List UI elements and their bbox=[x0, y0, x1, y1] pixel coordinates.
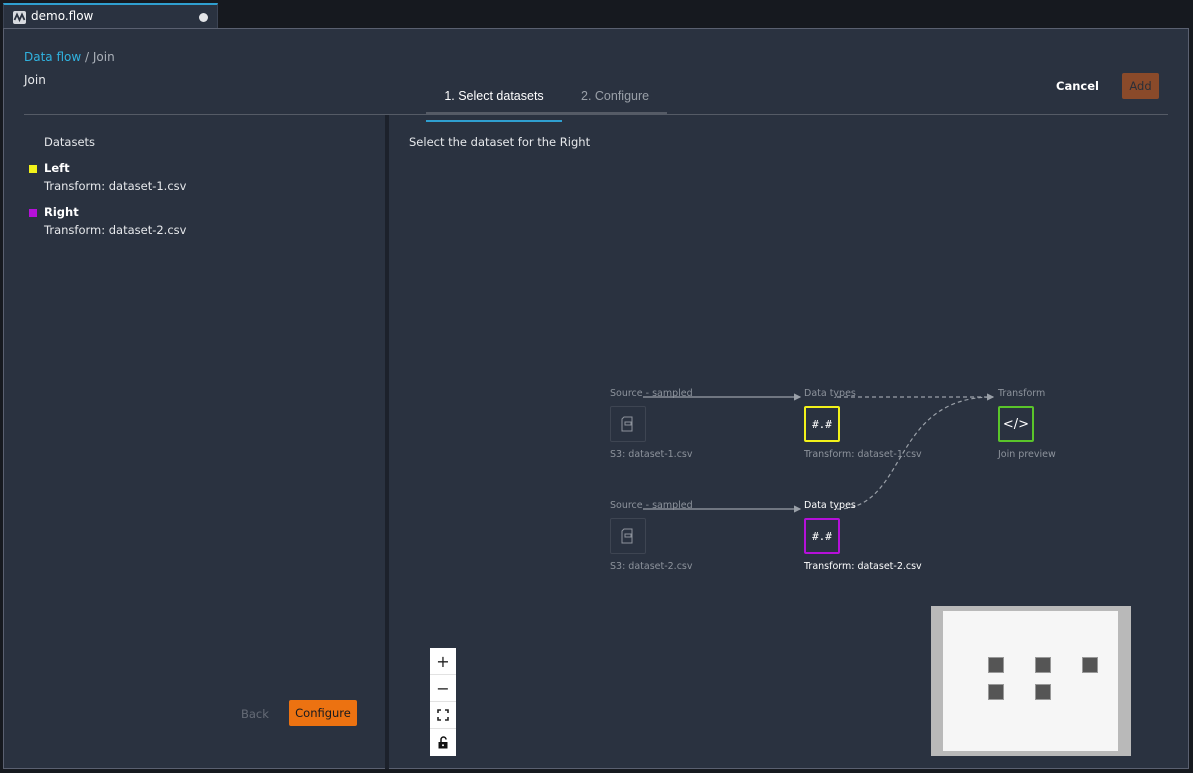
node-source-1[interactable] bbox=[610, 406, 646, 442]
node-src2-caption: S3: dataset-2.csv bbox=[610, 561, 693, 572]
breadcrumb: Data flow / Join bbox=[24, 50, 115, 64]
add-button[interactable]: Add bbox=[1122, 73, 1159, 99]
left-color-swatch bbox=[29, 165, 37, 173]
node-src2-title: Source - sampled bbox=[610, 500, 693, 511]
zoom-in-button[interactable]: + bbox=[430, 648, 456, 675]
cancel-button[interactable]: Cancel bbox=[1056, 79, 1099, 93]
file-icon bbox=[621, 528, 633, 544]
file-icon bbox=[621, 416, 633, 432]
back-button[interactable]: Back bbox=[241, 707, 269, 721]
node-tf-title: Transform bbox=[998, 388, 1046, 399]
datasets-heading: Datasets bbox=[44, 135, 96, 149]
page-title: Join bbox=[24, 73, 46, 87]
fit-view-button[interactable] bbox=[430, 702, 456, 729]
tab-demo-flow[interactable]: demo.flow bbox=[3, 3, 218, 29]
dataset-left-value: Transform: dataset-1.csv bbox=[44, 179, 187, 193]
zoom-controls: + − bbox=[430, 648, 456, 756]
lock-toggle-button[interactable] bbox=[430, 729, 456, 756]
node-tf-caption: Join preview bbox=[998, 449, 1056, 460]
node-data-types-1[interactable]: #.# bbox=[804, 406, 840, 442]
breadcrumb-link-data-flow[interactable]: Data flow bbox=[24, 50, 81, 64]
node-src1-title: Source - sampled bbox=[610, 388, 693, 399]
unsaved-dot-icon[interactable] bbox=[199, 13, 208, 22]
node-dt1-caption: Transform: dataset-1.csv bbox=[804, 449, 922, 460]
breadcrumb-separator: / bbox=[81, 50, 93, 64]
dataset-right-label: Right bbox=[44, 205, 79, 219]
dataset-right-value: Transform: dataset-2.csv bbox=[44, 223, 187, 237]
node-src1-caption: S3: dataset-1.csv bbox=[610, 449, 693, 460]
wave-logo-icon bbox=[13, 11, 26, 24]
minimap-node bbox=[1035, 684, 1051, 700]
fit-view-icon bbox=[437, 709, 449, 721]
zoom-out-button[interactable]: − bbox=[430, 675, 456, 702]
step-tabs: 1. Select datasets 2. Configure bbox=[426, 81, 667, 122]
lock-open-icon bbox=[438, 736, 448, 749]
minimap-node bbox=[988, 684, 1004, 700]
minimap-node bbox=[988, 657, 1004, 673]
graph-panel: Select the dataset for the Right Source … bbox=[389, 115, 1189, 769]
node-dt2-title: Data types bbox=[804, 500, 856, 511]
node-dt1-title: Data types bbox=[804, 388, 856, 399]
dataset-left-label: Left bbox=[44, 161, 70, 175]
datasets-panel: Datasets Left Transform: dataset-1.csv R… bbox=[24, 115, 385, 769]
node-transform-join[interactable]: </> bbox=[998, 406, 1034, 442]
breadcrumb-current: Join bbox=[92, 50, 115, 64]
minimap-node bbox=[1035, 657, 1051, 673]
tab-configure[interactable]: 2. Configure bbox=[581, 89, 649, 103]
node-source-2[interactable] bbox=[610, 518, 646, 554]
node-dt2-caption: Transform: dataset-2.csv bbox=[804, 561, 922, 572]
minimap-viewport bbox=[943, 611, 1118, 751]
tab-title: demo.flow bbox=[31, 9, 94, 23]
right-color-swatch bbox=[29, 209, 37, 217]
join-window: Data flow / Join Join 1. Select datasets… bbox=[3, 28, 1189, 769]
minimap[interactable] bbox=[931, 606, 1131, 756]
node-data-types-2[interactable]: #.# bbox=[804, 518, 840, 554]
minimap-node bbox=[1082, 657, 1098, 673]
tab-bar: demo.flow bbox=[0, 0, 1193, 29]
configure-button[interactable]: Configure bbox=[289, 700, 357, 726]
